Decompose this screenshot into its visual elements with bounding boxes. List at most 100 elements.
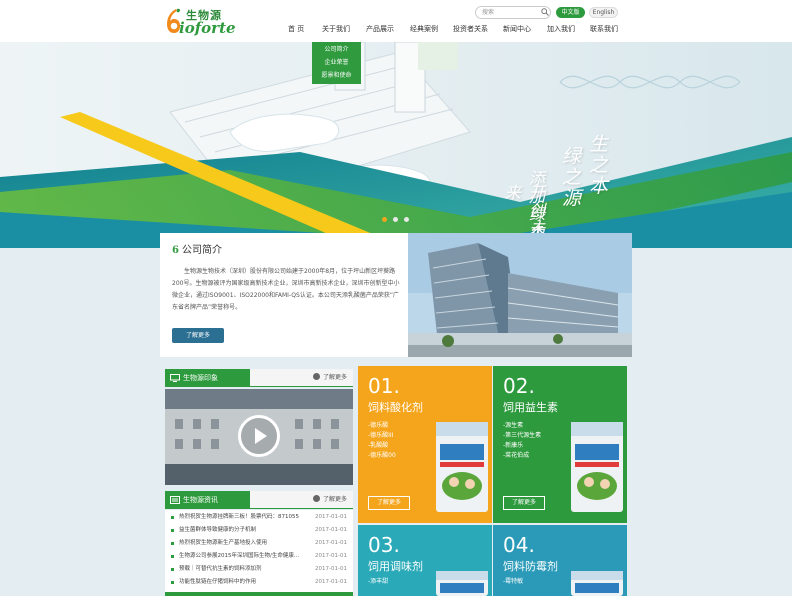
carousel-dot-1[interactable]	[382, 217, 387, 222]
product-feature: -德乐酸	[368, 422, 389, 429]
news-date: 2017-01-01	[315, 566, 347, 572]
bullet-icon	[171, 542, 174, 545]
carousel-dot-3[interactable]	[404, 217, 409, 222]
logo-en-text: ioforte	[179, 19, 236, 37]
product-tile-flavor[interactable]: 03. 饲用调味剂 -添丰甜	[358, 525, 492, 596]
lang-english-button[interactable]: English	[589, 7, 618, 18]
product-package-image	[571, 422, 623, 512]
nav-about[interactable]: 关于我们	[322, 23, 350, 35]
product-feature: -德乐酸00	[368, 452, 396, 459]
banner-slogan-2: 绿之源	[559, 146, 581, 209]
six-logo-icon: 6	[172, 245, 179, 256]
video-panel-header: 生物源印象 了解更多	[165, 369, 353, 387]
news-date: 2017-01-01	[315, 579, 347, 585]
product-name: 饲料酸化剂	[368, 401, 423, 414]
product-tile-probiotic[interactable]: 02. 饲用益生素 -源生素 -第三代源生素 -新康乐 -菜花伯成 了解更多	[493, 366, 627, 523]
product-feature: -德乐酸III	[368, 432, 394, 439]
company-intro-section: 6 公司简介 生物源生物技术（深圳）股份有限公司始建于2000年8月，位于坪山新区…	[160, 233, 632, 357]
product-tile-mold-inhibitor[interactable]: 04. 饲料防霉剂 -霉特敏	[493, 525, 627, 596]
more-circle-icon	[312, 373, 320, 380]
bullet-icon	[171, 529, 174, 532]
product-more-button[interactable]: 了解更多	[503, 496, 545, 510]
dropdown-item-vision[interactable]: 愿景和使命	[312, 70, 361, 82]
bullet-icon	[171, 516, 174, 519]
product-tile-acidifier[interactable]: 01. 饲料酸化剂 -德乐酸 -德乐酸III -乳酸酸 -德乐酸00 了解更多	[358, 366, 492, 523]
product-name: 饲料防霉剂	[503, 560, 558, 573]
news-date: 2017-01-01	[315, 527, 347, 533]
news-title: 热烈祝贺生物源新生产基地投入使用	[179, 540, 268, 546]
product-number: 03.	[368, 533, 400, 557]
news-panel-title: 生物源资讯	[183, 496, 218, 504]
building-image	[408, 233, 632, 357]
product-more-button[interactable]: 了解更多	[368, 496, 410, 510]
carousel-dot-2[interactable]	[393, 217, 398, 222]
product-number: 02.	[503, 374, 535, 398]
more-circle-icon	[312, 495, 320, 502]
lang-chinese-button[interactable]: 中文版	[556, 7, 585, 18]
video-panel-more-link[interactable]: 了解更多	[312, 369, 347, 387]
news-title: 功能性肽链在仔猪饲料中的作用	[179, 579, 257, 585]
play-icon	[255, 428, 267, 444]
news-item[interactable]: 预载｜可替代抗生素的饲料添加剂 2017-01-01	[165, 564, 353, 575]
news-bottom-bar	[165, 592, 353, 596]
product-package-image	[571, 571, 623, 596]
intro-more-button[interactable]: 了解更多	[172, 328, 224, 343]
nav-contact[interactable]: 联系我们	[590, 23, 618, 35]
banner-slogan-1: 生之本	[586, 134, 608, 197]
nav-home[interactable]: 首 页	[288, 23, 304, 35]
nav-cases[interactable]: 经典案例	[410, 23, 438, 35]
product-feature: -第三代源生素	[503, 432, 542, 439]
intro-text: 生物源生物技术（深圳）股份有限公司始建于2000年8月，位于坪山新区坪葵路200…	[172, 268, 400, 311]
play-button[interactable]	[238, 415, 280, 457]
product-feature: -源生素	[503, 422, 524, 429]
dropdown-item-honors[interactable]: 企业荣誉	[312, 57, 361, 69]
search-icon[interactable]	[541, 8, 549, 16]
intro-title: 6 公司简介	[172, 241, 222, 256]
news-date: 2017-01-01	[315, 540, 347, 546]
video-more-text: 了解更多	[322, 374, 347, 381]
video-panel-title: 生物源印象	[183, 374, 218, 382]
bullet-icon	[171, 581, 174, 584]
nav-investors[interactable]: 投资者关系	[453, 23, 488, 35]
product-feature: -菜花伯成	[503, 452, 530, 459]
nav-products[interactable]: 产品展示	[366, 23, 394, 35]
product-feature: -霉特敏	[503, 578, 524, 585]
product-number: 04.	[503, 533, 535, 557]
logo[interactable]: 生物源 ioforte	[165, 6, 236, 37]
monitor-icon	[170, 374, 180, 382]
product-feature: -乳酸酸	[368, 442, 389, 449]
news-date: 2017-01-01	[315, 514, 347, 520]
news-panel-more-link[interactable]: 了解更多	[312, 491, 347, 509]
bullet-icon	[171, 555, 174, 558]
video-player[interactable]	[165, 389, 353, 485]
news-panel-header: 生物源资讯 了解更多	[165, 491, 353, 509]
site-header: 生物源 ioforte 搜索 中文版 English 首 页 关于我们 产品展示…	[0, 0, 792, 42]
news-title: 益生菌群体导致健康的分子机制	[179, 527, 257, 533]
news-item[interactable]: 益生菌群体导致健康的分子机制 2017-01-01	[165, 525, 353, 536]
about-dropdown-menu: 公司简介 企业荣誉 愿景和使命	[312, 42, 361, 84]
news-item[interactable]: 生物源公司参展2015年深圳国际生物/生命健康... 2017-01-01	[165, 551, 353, 562]
product-feature: -添丰甜	[368, 578, 389, 585]
product-package-image	[436, 571, 488, 596]
carousel-dots	[382, 217, 412, 223]
nav-news[interactable]: 新闻中心	[503, 23, 531, 35]
product-name: 饲用调味剂	[368, 560, 423, 573]
news-item[interactable]: 热烈祝贺生物源挂牌新三板！股票代码：871055 2017-01-01	[165, 512, 353, 523]
newspaper-icon	[170, 496, 180, 504]
news-title: 热烈祝贺生物源挂牌新三板！股票代码：871055	[179, 514, 299, 520]
main-nav: 首 页 关于我们 产品展示 经典案例 投资者关系 新闻中心 加入我们 联系我们	[280, 23, 625, 37]
news-title: 预载｜可替代抗生素的饲料添加剂	[179, 566, 262, 572]
search-input[interactable]: 搜索	[475, 6, 551, 19]
intro-title-text: 公司简介	[181, 245, 222, 256]
news-date: 2017-01-01	[315, 553, 347, 559]
bullet-icon	[171, 568, 174, 571]
product-name: 饲用益生素	[503, 401, 558, 414]
product-feature: -新康乐	[503, 442, 524, 449]
news-more-text: 了解更多	[322, 496, 347, 503]
news-item[interactable]: 热烈祝贺生物源新生产基地投入使用 2017-01-01	[165, 538, 353, 549]
news-title: 生物源公司参展2015年深圳国际生物/生命健康...	[179, 553, 300, 559]
dropdown-item-profile[interactable]: 公司简介	[312, 44, 361, 56]
news-item[interactable]: 功能性肽链在仔猪饲料中的作用 2017-01-01	[165, 577, 353, 588]
nav-join[interactable]: 加入我们	[547, 23, 575, 35]
news-list: 热烈祝贺生物源挂牌新三板！股票代码：871055 2017-01-01 益生菌群体…	[165, 510, 353, 596]
